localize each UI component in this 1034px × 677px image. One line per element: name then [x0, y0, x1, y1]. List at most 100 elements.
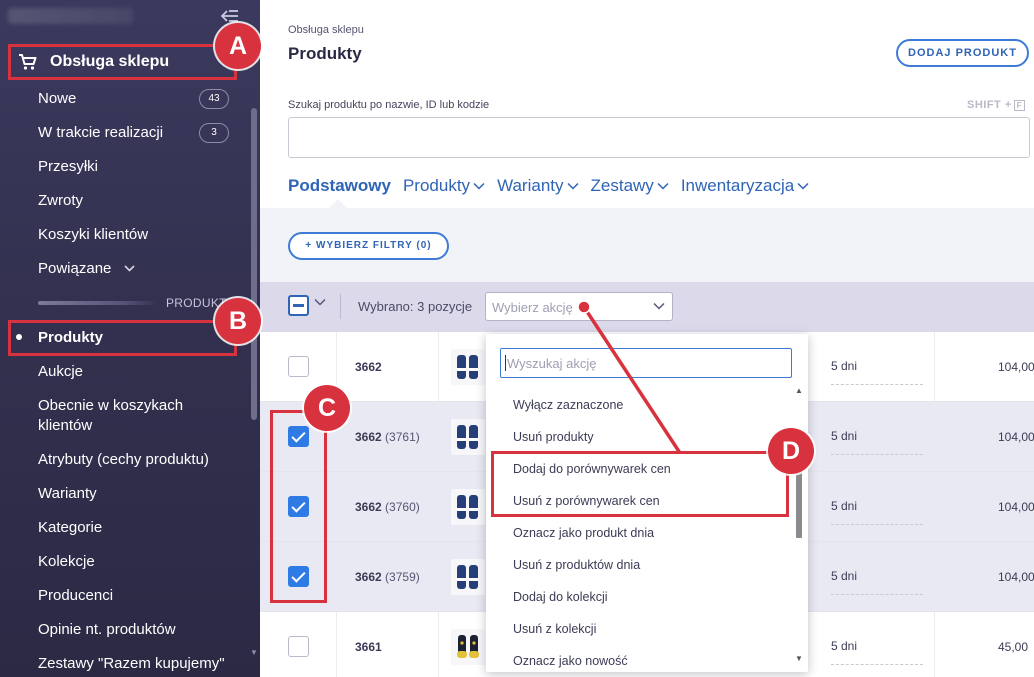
chevron-down-icon [657, 182, 669, 190]
column-divider [438, 472, 439, 541]
product-search-input[interactable] [288, 117, 1030, 158]
socks-image [457, 565, 478, 589]
search-shortcut-hint: SHIFT + F [967, 99, 1025, 111]
sidebar-item-products[interactable]: Produkty [38, 328, 103, 348]
product-price: 104,00 [998, 500, 1034, 514]
sidebar-section-shop-service[interactable]: Obsługa sklepu [12, 45, 234, 79]
delivery-time: 5 dni [831, 639, 858, 653]
active-indicator [16, 334, 22, 340]
scroll-up-icon[interactable]: ▲ [795, 386, 803, 395]
action-option[interactable]: Wyłącz zaznaczone [513, 398, 623, 412]
column-divider [438, 402, 439, 471]
sidebar-item-producers[interactable]: Producenci [38, 586, 113, 606]
column-divider [934, 332, 935, 401]
row-checkbox[interactable] [288, 426, 309, 447]
product-id: 3662 (3759) [355, 570, 420, 584]
action-select[interactable]: Wybierz akcję [485, 292, 673, 321]
action-option[interactable]: Usuń produkty [513, 430, 594, 444]
socks-image [457, 495, 478, 519]
sidebar-item-nowe[interactable]: Nowe [38, 89, 76, 109]
page-title: Produkty [288, 44, 362, 63]
sidebar-item-related[interactable]: Powiązane [38, 259, 135, 280]
choose-filters-button[interactable]: + WYBIERZ FILTRY (0) [288, 232, 449, 260]
tab-inventory[interactable]: Inwentaryzacja [681, 176, 809, 196]
action-option[interactable]: Oznacz jako nowość [513, 654, 628, 668]
count-badge: 3 [199, 123, 229, 143]
row-checkbox[interactable] [288, 496, 309, 517]
sidebar-item-customer-carts[interactable]: Koszyki klientów [38, 225, 148, 245]
bulk-actions-bar: Wybrano: 3 pozycje Wybierz akcję [260, 282, 1034, 332]
chevron-down-icon[interactable] [314, 298, 326, 306]
variant-id: (3760) [385, 500, 420, 514]
action-dropdown-menu: Wyszukaj akcję Wyłącz zaznaczone Usuń pr… [486, 334, 808, 672]
sidebar-item-collections[interactable]: Kolekcje [38, 552, 95, 572]
shortcut-text: SHIFT + [967, 99, 1012, 111]
column-divider [934, 402, 935, 471]
action-option[interactable]: Usuń z porównywarek cen [513, 494, 660, 508]
annotation-marker-b: B [215, 298, 261, 344]
action-option[interactable]: Usuń z produktów dnia [513, 558, 640, 572]
dashed-underline [831, 454, 923, 455]
product-price: 104,00 [998, 570, 1034, 584]
row-checkbox[interactable] [288, 356, 309, 377]
breadcrumb[interactable]: Obsługa sklepu [288, 24, 364, 36]
blurred-logo [8, 8, 133, 24]
scroll-down-icon[interactable]: ▼ [250, 648, 258, 657]
tab-products[interactable]: Produkty [403, 176, 485, 196]
action-option[interactable]: Dodaj do porównywarek cen [513, 462, 671, 476]
chevron-down-icon [473, 182, 485, 190]
tab-variants[interactable]: Warianty [497, 176, 579, 196]
annotation-marker-a: A [215, 23, 261, 69]
dashed-underline [831, 594, 923, 595]
dashed-underline [831, 384, 923, 385]
filters-area: + WYBIERZ FILTRY (0) [260, 208, 1034, 282]
sidebar-item-attributes[interactable]: Atrybuty (cechy produktu) [38, 450, 209, 470]
dropdown-scrollbar[interactable] [796, 468, 802, 538]
product-id-number: 3662 [355, 570, 382, 584]
product-thumbnail[interactable] [451, 629, 485, 665]
sidebar-section-label: Obsługa sklepu [50, 53, 170, 70]
tab-label: Zestawy [590, 176, 654, 195]
action-option[interactable]: Dodaj do kolekcji [513, 590, 608, 604]
product-thumbnail[interactable] [451, 349, 485, 385]
column-divider [336, 542, 337, 611]
variant-id: (3759) [385, 570, 420, 584]
tab-bundles[interactable]: Zestawy [591, 176, 669, 196]
product-id: 3662 (3761) [355, 430, 420, 444]
select-all-checkbox[interactable] [288, 295, 309, 316]
sidebar-item-variants[interactable]: Warianty [38, 484, 97, 504]
column-divider [934, 472, 935, 541]
product-price: 104,00 [998, 360, 1034, 374]
action-select-placeholder: Wybierz akcję [492, 300, 573, 315]
sidebar-item-shipments[interactable]: Przesyłki [38, 157, 98, 177]
sidebar-item-in-progress[interactable]: W trakcie realizacji [38, 123, 163, 143]
sidebar-item-bundles[interactable]: Zestawy "Razem kupujemy" [38, 654, 225, 674]
product-id-number: 3661 [355, 640, 382, 654]
sidebar-item-returns[interactable]: Zwroty [38, 191, 83, 211]
chevron-down-icon [123, 259, 135, 279]
product-id: 3662 (3760) [355, 500, 420, 514]
sidebar-item-in-carts[interactable]: Obecnie w koszykach klientów [38, 396, 218, 436]
row-checkbox[interactable] [288, 636, 309, 657]
action-search-input[interactable]: Wyszukaj akcję [500, 348, 792, 378]
sidebar-item-auctions[interactable]: Aukcje [38, 362, 83, 382]
tab-label: Inwentaryzacja [680, 176, 795, 195]
sidebar-item-reviews[interactable]: Opinie nt. produktów [38, 620, 176, 640]
tab-label: Produkty [402, 176, 471, 195]
product-thumbnail[interactable] [451, 489, 485, 525]
sidebar-scrollbar[interactable] [251, 108, 257, 420]
tab-bar: Podstawowy Produkty Warianty Zestawy Inw… [288, 174, 821, 198]
row-checkbox[interactable] [288, 566, 309, 587]
socks-image [457, 425, 478, 449]
product-thumbnail[interactable] [451, 559, 485, 595]
action-option[interactable]: Usuń z kolekcji [513, 622, 596, 636]
tab-basic[interactable]: Podstawowy [288, 176, 391, 196]
product-thumbnail[interactable] [451, 419, 485, 455]
count-badge: 43 [199, 89, 229, 109]
add-product-button[interactable]: DODAJ PRODUKT [896, 39, 1029, 67]
scroll-down-icon[interactable]: ▼ [795, 654, 803, 663]
text-caret [505, 355, 506, 371]
sidebar-item-categories[interactable]: Kategorie [38, 518, 102, 538]
action-option[interactable]: Oznacz jako produkt dnia [513, 526, 654, 540]
column-divider [934, 542, 935, 611]
